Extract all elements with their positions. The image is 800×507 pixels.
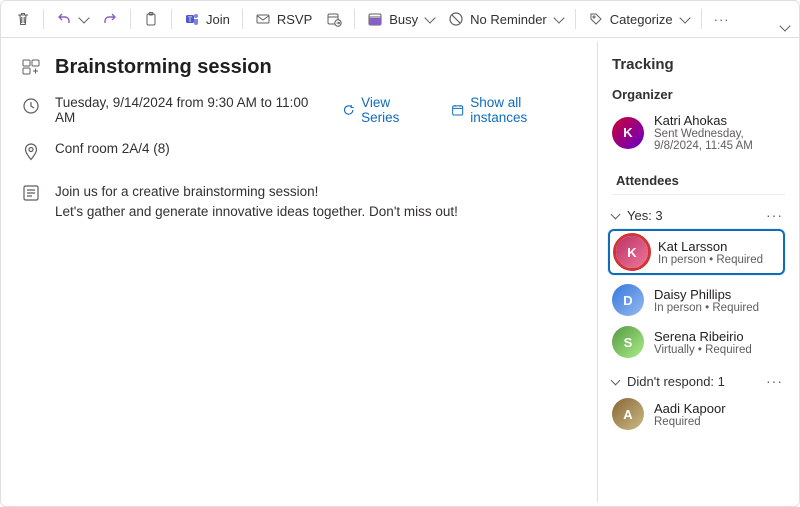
separator [130,9,131,29]
undo-button[interactable] [50,7,94,31]
organizer-name: Katri Ahokas [654,113,781,128]
series-icon [342,103,355,117]
organizer-label: Organizer [612,87,785,102]
copy-button[interactable] [137,7,165,31]
avatar: K [612,117,644,149]
bell-off-icon [448,11,464,27]
delete-button[interactable] [9,7,37,31]
separator [701,9,702,29]
categorize-label: Categorize [610,12,673,27]
separator [354,9,355,29]
envelope-icon [255,11,271,27]
teams-icon: T [184,11,200,27]
group-more-button[interactable]: ··· [766,373,783,389]
attendee-row[interactable]: S Serena Ribeirio Virtually • Required [608,321,785,363]
calendar-icon [451,103,464,117]
more-button[interactable]: ··· [708,8,736,31]
ribbon-expand-icon[interactable] [779,20,790,31]
show-as-dropdown[interactable]: Busy [361,7,440,31]
tracking-panel: Tracking Organizer K Katri Ahokas Sent W… [597,42,795,502]
attendee-row[interactable]: A Aadi Kapoor Required [608,393,785,435]
more-icon: ··· [714,12,730,27]
clipboard-icon [143,11,159,27]
group-more-button[interactable]: ··· [766,207,783,223]
separator [43,9,44,29]
calendar-send-icon [326,11,342,27]
location-icon [21,142,41,162]
send-update-button[interactable] [320,7,348,31]
avatar: D [612,284,644,316]
show-all-instances-link[interactable]: Show all instances [451,95,577,125]
separator [171,9,172,29]
join-label: Join [206,12,230,27]
meeting-type-icon [21,57,41,77]
attendee-detail: Virtually • Required [654,344,752,356]
chevron-down-icon [425,12,436,23]
redo-button[interactable] [96,7,124,31]
tracking-heading: Tracking [608,56,785,73]
busy-icon [367,11,383,27]
chevron-down-icon [679,12,690,23]
separator [242,9,243,29]
busy-label: Busy [389,12,418,27]
chevron-down-icon [611,209,621,219]
attendee-row-selected[interactable]: K Kat Larsson In person • Required [608,229,785,275]
attendee-name: Kat Larsson [658,239,763,254]
attendee-row[interactable]: D Daisy Phillips In person • Required [608,279,785,321]
attendee-detail: Required [654,416,726,428]
chevron-down-icon [78,12,89,23]
attendees-label: Attendees [612,163,785,195]
yes-group-toggle[interactable]: Yes: 3 ··· [608,201,785,227]
chevron-down-icon [611,375,621,385]
avatar: S [612,326,644,358]
organizer-person: K Katri Ahokas Sent Wednesday, 9/8/2024,… [608,108,785,157]
join-button[interactable]: T Join [178,7,236,31]
categorize-dropdown[interactable]: Categorize [582,7,695,31]
rsvp-button[interactable]: RSVP [249,7,318,31]
event-location: Conf room 2A/4 (8) [55,141,170,156]
tag-icon [588,11,604,27]
avatar: A [612,398,644,430]
avatar: K [616,236,648,268]
attendee-detail: In person • Required [658,254,763,266]
reminder-dropdown[interactable]: No Reminder [442,7,569,31]
redo-icon [102,11,118,27]
description-icon [21,183,41,203]
separator [575,9,576,29]
no-response-group-toggle[interactable]: Didn't respond: 1 ··· [608,367,785,393]
svg-text:T: T [188,16,193,24]
event-description: Join us for a creative brainstorming ses… [55,182,458,221]
undo-icon [56,11,72,27]
event-title: Brainstorming session [55,56,272,79]
rsvp-label: RSVP [277,12,312,27]
event-time: Tuesday, 9/14/2024 from 9:30 AM to 11:00… [55,95,320,125]
event-details: Brainstorming session Tuesday, 9/14/2024… [1,38,597,506]
organizer-detail: Sent Wednesday, 9/8/2024, 11:45 AM [654,128,781,152]
view-series-link[interactable]: View Series [342,95,429,125]
attendee-name: Daisy Phillips [654,287,759,302]
reminder-label: No Reminder [470,12,547,27]
trash-icon [15,11,31,27]
attendee-name: Serena Ribeirio [654,329,752,344]
chevron-down-icon [553,12,564,23]
attendee-name: Aadi Kapoor [654,401,726,416]
clock-icon [21,96,41,116]
toolbar: T Join RSVP Busy No Reminder Categorize [1,1,799,38]
attendee-detail: In person • Required [654,302,759,314]
